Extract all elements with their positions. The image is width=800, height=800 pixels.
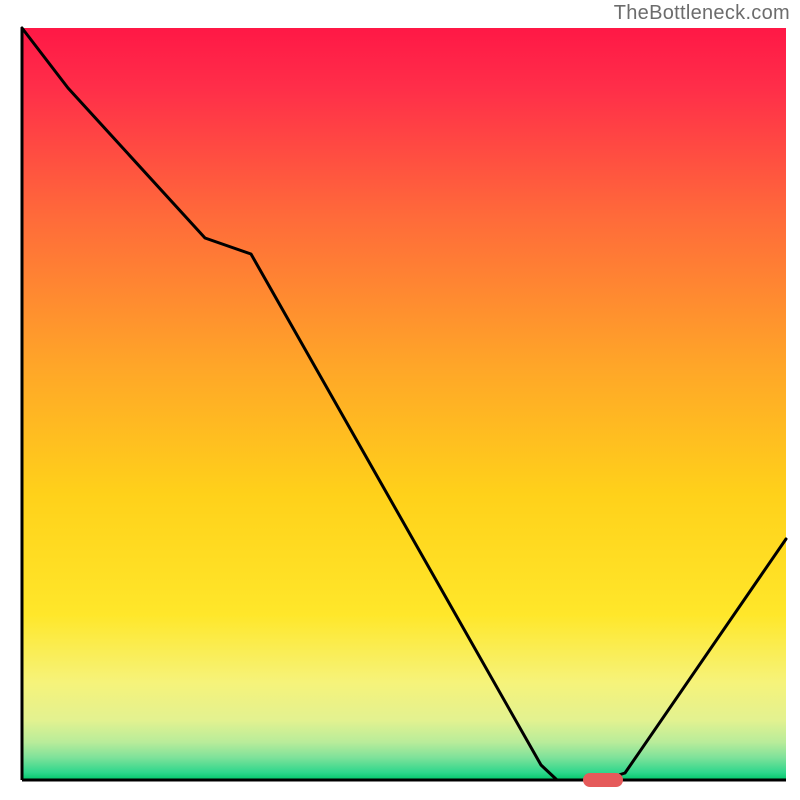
optimum-marker xyxy=(583,773,623,787)
chart-container: TheBottleneck.com xyxy=(0,0,800,800)
gradient-background xyxy=(22,28,786,780)
watermark-text: TheBottleneck.com xyxy=(614,2,790,25)
bottleneck-chart xyxy=(0,0,800,800)
